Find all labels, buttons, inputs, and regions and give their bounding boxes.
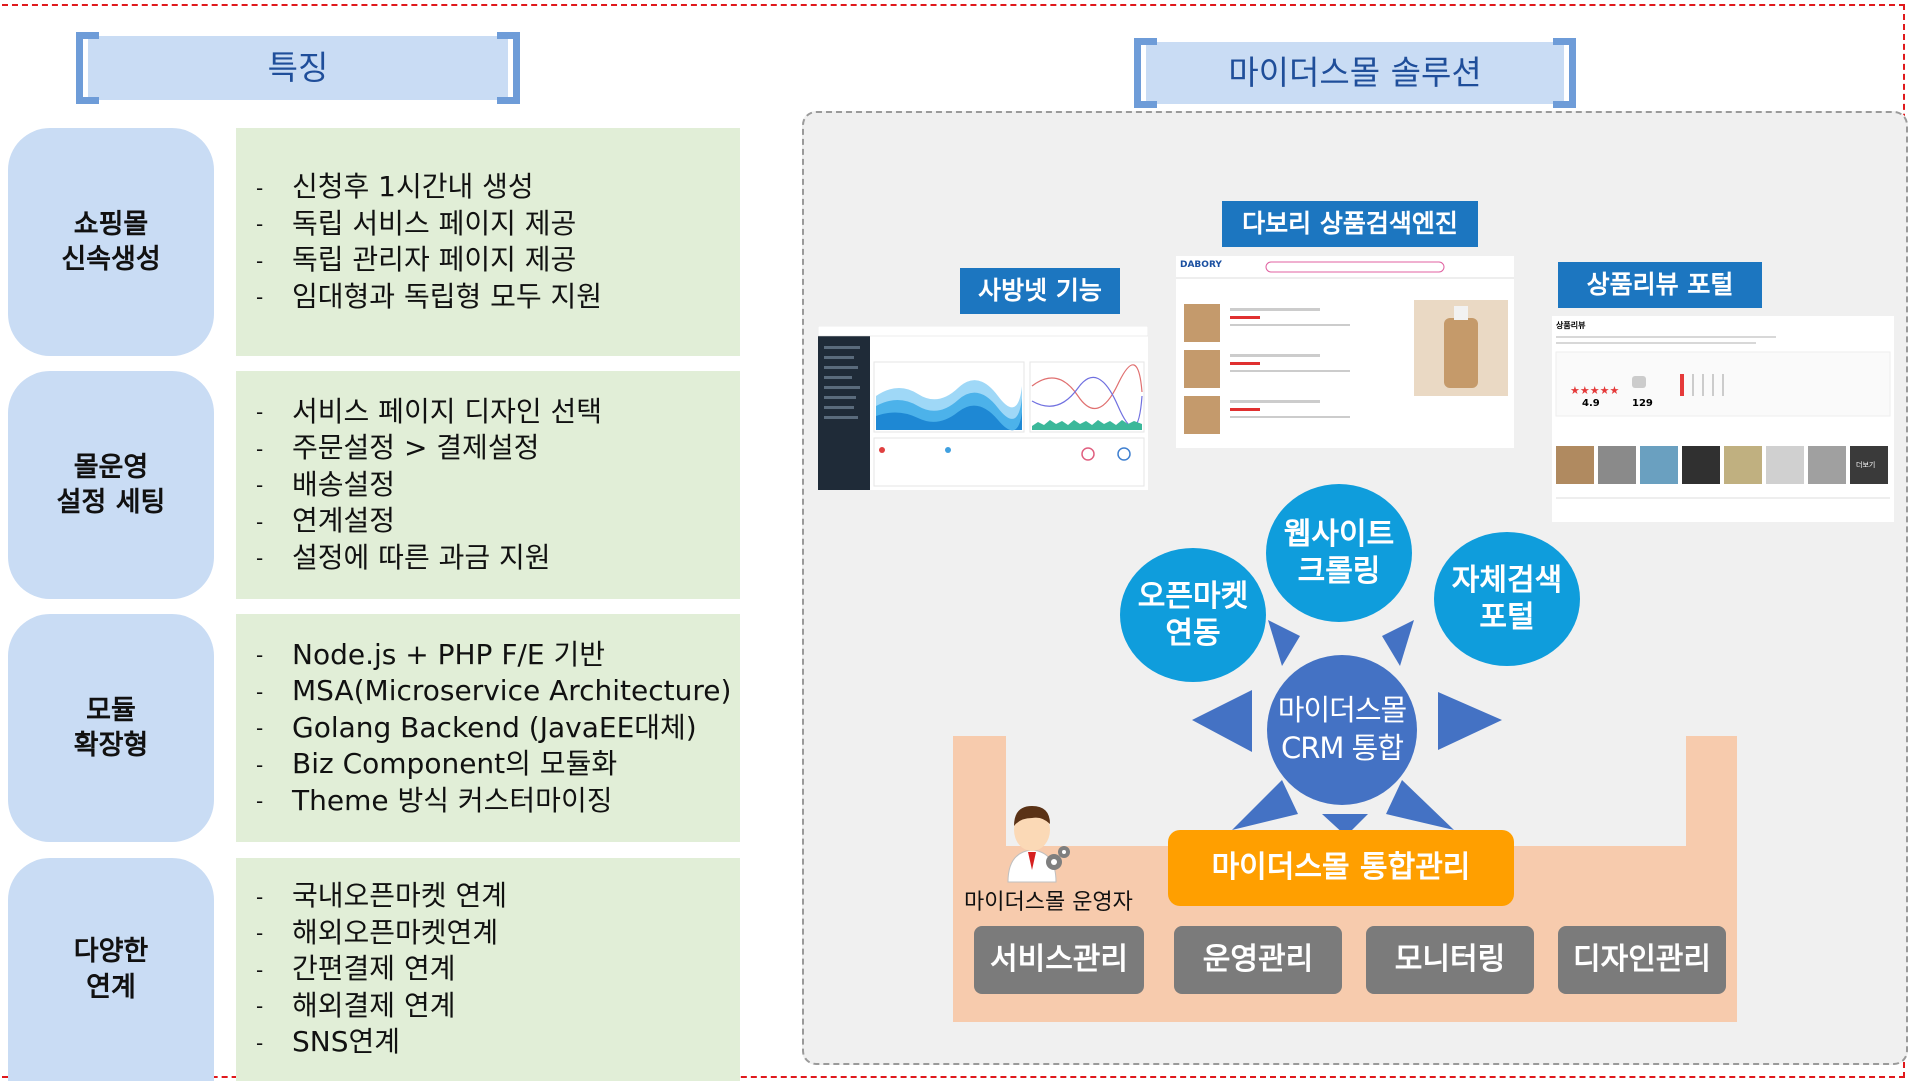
- feature-item: - Golang Backend (JavaEE대체): [256, 710, 697, 744]
- tag-review-portal: 상품리뷰 포털: [1558, 262, 1762, 308]
- feature-item: - Node.js + PHP F/E 기반: [256, 637, 605, 671]
- hub-circle-search-portal: 자체검색 포털: [1434, 532, 1580, 666]
- review-rating: 4.9: [1582, 398, 1600, 409]
- feature-item: - Biz Component의 모듈화: [256, 747, 618, 781]
- hub-circle-web-crawling: 웹사이트 크롤링: [1266, 484, 1412, 622]
- operator-icon: [1007, 806, 1070, 883]
- feature-item: - 독립 서비스 페이지 제공: [256, 206, 577, 240]
- operator-label: 마이더스몰 운영자: [964, 890, 1133, 915]
- dashboard-graphic: [818, 326, 1148, 490]
- row-category-integrations: 다양한 연계: [8, 858, 214, 1081]
- arrow-upper-right: [1382, 620, 1414, 666]
- arrow-lower-left: [1232, 780, 1298, 830]
- feature-item: - 주문설정 > 결제설정: [256, 431, 540, 465]
- feature-item: - 해외오픈마켓연계: [256, 915, 499, 949]
- row-features-integrations: - 국내오픈마켓 연계 - 해외오픈마켓연계 - 간편결제 연계 - 해외결제 연계 -…: [236, 858, 740, 1081]
- review-portal-graphic: [1552, 316, 1894, 522]
- feature-item: - 설정에 따른 과금 지원: [256, 540, 551, 574]
- feature-item: - 국내오픈마켓 연계: [256, 879, 507, 913]
- review-count: 129: [1632, 398, 1653, 409]
- arrow-upper-left: [1268, 620, 1300, 666]
- tag-dabori: 다보리 상품검색엔진: [1222, 201, 1478, 247]
- row-features-modular: - Node.js + PHP F/E 기반 - MSA(Microservice …: [236, 614, 740, 842]
- solution-header: 마이더스몰 솔루션: [1134, 38, 1576, 108]
- feature-item: - 해외결제 연계: [256, 988, 456, 1022]
- arrow-left: [1192, 690, 1252, 752]
- dabori-logo: DABORY: [1180, 260, 1222, 270]
- feature-item: - SNS연계: [256, 1025, 401, 1059]
- integrated-management-button[interactable]: 마이더스몰 통합관리: [1168, 830, 1514, 906]
- tag-sabangnet: 사방넷 기능: [960, 268, 1120, 314]
- review-title: 상품리뷰: [1556, 321, 1586, 330]
- feature-item: - 서비스 페이지 디자인 선택: [256, 394, 603, 428]
- feature-item: - MSA(Microservice Architecture): [256, 674, 732, 708]
- features-header: 특징: [76, 32, 520, 104]
- arrow-right: [1438, 692, 1502, 750]
- search-engine-graphic: [1176, 256, 1514, 448]
- review-stars: ★★★★★: [1570, 384, 1620, 397]
- service-management-button[interactable]: 서비스관리: [974, 926, 1144, 994]
- feature-item: - Theme 방식 커스터마이징: [256, 783, 613, 817]
- row-category-modular: 모듈 확장형: [8, 614, 214, 842]
- sabangnet-dashboard-screenshot: [818, 326, 1148, 490]
- feature-item: - 간편결제 연계: [256, 952, 456, 986]
- row-features-quick-creation: - 신청후 1시간내 생성 - 독립 서비스 페이지 제공 - 독립 관리자 페이지 …: [236, 128, 740, 356]
- feature-item: - 임대형과 독립형 모두 지원: [256, 279, 603, 313]
- feature-item: - 독립 관리자 페이지 제공: [256, 243, 577, 276]
- row-category-mall-settings: 몰운영 설정 세팅: [8, 371, 214, 599]
- row-category-quick-creation: 쇼핑몰 신속생성: [8, 128, 214, 356]
- operations-management-button[interactable]: 운영관리: [1174, 926, 1342, 994]
- review-more-label: 더보기: [1856, 461, 1876, 469]
- arrow-lower-right: [1386, 780, 1454, 830]
- hub-circle-open-market: 오픈마켓 연동: [1120, 548, 1266, 682]
- design-management-button[interactable]: 디자인관리: [1558, 926, 1726, 994]
- feature-item: - 연계설정: [256, 504, 396, 538]
- hub-center-crm: 마이더스몰 CRM 통합: [1267, 655, 1417, 805]
- features-header-label: 특징: [267, 48, 329, 87]
- row-features-mall-settings: - 서비스 페이지 디자인 선택 - 주문설정 > 결제설정 - 배송설정 - 연계설정…: [236, 371, 740, 599]
- review-portal-screenshot: 상품리뷰 ★★★★★ 4.9 129 더보기: [1552, 316, 1894, 522]
- monitoring-button[interactable]: 모니터링: [1366, 926, 1534, 994]
- feature-item: - 신청후 1시간내 생성: [256, 170, 534, 203]
- dabori-search-screenshot: DABORY: [1176, 256, 1514, 448]
- solution-header-label: 마이더스몰 솔루션: [1228, 53, 1482, 92]
- feature-item: - 배송설정: [256, 467, 396, 501]
